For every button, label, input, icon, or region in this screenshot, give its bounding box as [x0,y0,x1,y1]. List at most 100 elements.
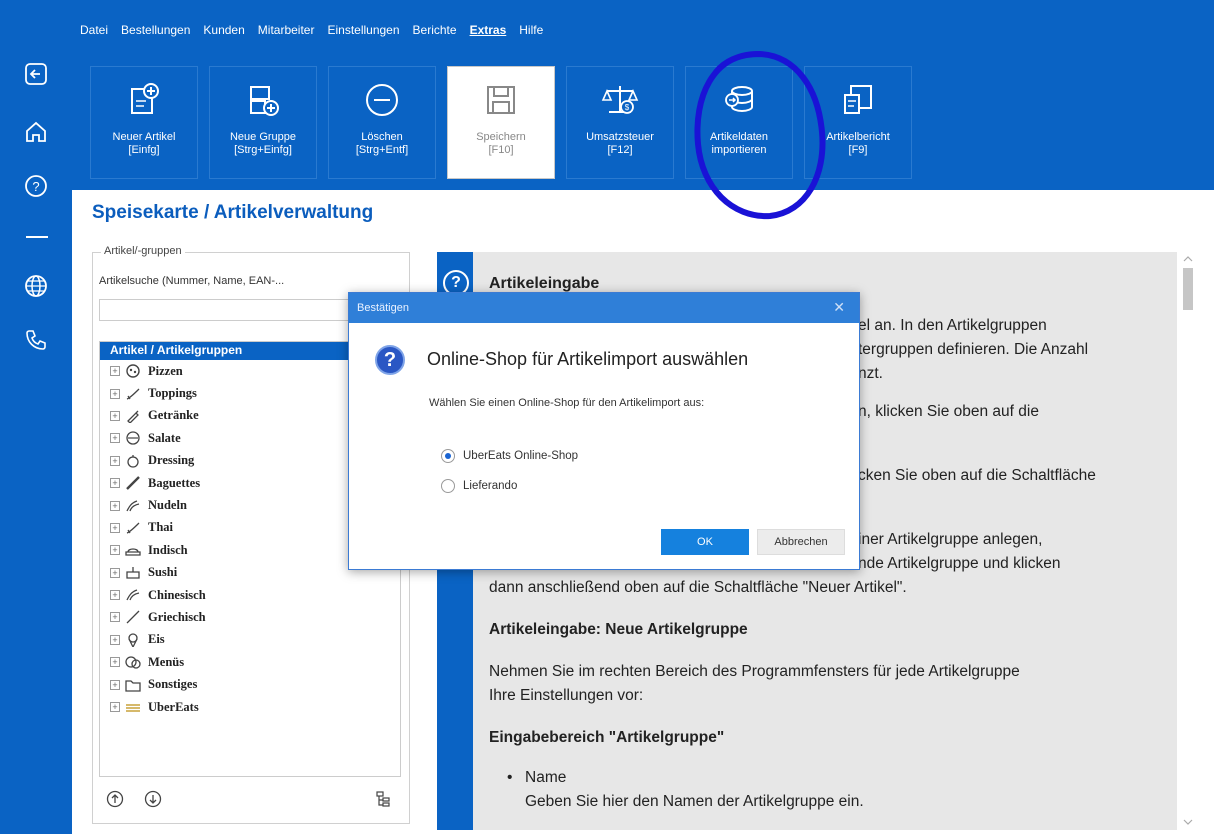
help-text: Ihre Einstellungen vor: [489,687,644,704]
article-report-button[interactable]: Artikelbericht [F9] [804,66,912,179]
radio-lieferando[interactable]: Lieferando [441,479,517,493]
save-icon [487,86,515,114]
help-text: nde Artikelgruppe und klicken [858,555,1061,572]
help-icon[interactable]: ? [18,168,54,204]
skewer-icon [126,611,140,624]
thai-icon [126,522,140,534]
tax-icon: $ [601,86,639,114]
tree-structure-icon [376,791,390,807]
menu-einstellungen[interactable]: Einstellungen [327,22,399,44]
top-bar: Datei Bestellungen Kunden Mitarbeiter Ei… [72,0,1214,190]
left-sidebar: ? [0,0,72,834]
menu-kunden[interactable]: Kunden [203,22,244,44]
indian-dish-icon [125,548,141,556]
menu-berichte[interactable]: Berichte [413,22,457,44]
new-group-label: Neue Gruppe [229,131,297,143]
folder-icon [125,680,141,692]
confirm-dialog: Bestätigen ✕ ? Online-Shop für Artikelim… [348,292,860,570]
help-text: n, klicken Sie oben auf die [858,403,1039,420]
close-icon[interactable]: ✕ [833,299,845,316]
tree-item-label: Eis [148,632,165,647]
expand-icon[interactable]: + [110,634,120,645]
expand-icon[interactable]: + [110,522,120,533]
expand-icon[interactable]: + [110,388,120,399]
panel-legend: Artikel/-gruppen [101,245,185,257]
dialog-heading: Online-Shop für Artikelimport auswählen [427,349,749,369]
phone-icon[interactable] [18,322,54,358]
move-up-button[interactable] [105,789,125,809]
tree-item-label: Indisch [148,542,188,557]
tree-item-eis[interactable]: + Eis [100,629,400,651]
minus-circle-icon [366,84,398,116]
expand-icon[interactable]: + [110,590,120,601]
scroll-thumb[interactable] [1183,268,1193,310]
back-arrow-icon[interactable] [18,56,54,92]
menu-mitarbeiter[interactable]: Mitarbeiter [258,22,315,44]
help-text: Nehmen Sie im rechten Bereich des Progra… [489,663,1020,680]
radio-button-selected[interactable] [441,449,455,463]
help-text: el an. In den Artikelgruppen [858,317,1047,334]
expand-icon[interactable]: + [110,567,120,578]
tree-item-label: UberEats [148,699,199,714]
page-title: Speisekarte / Artikelverwaltung [92,202,374,223]
expand-icon[interactable]: + [110,545,120,556]
expand-icon[interactable]: + [110,478,120,489]
expand-icon[interactable]: + [110,410,120,421]
scroll-up-icon[interactable] [1180,253,1196,265]
tree-item-chinesisch[interactable]: + Chinesisch [100,584,400,606]
globe-icon[interactable] [18,268,54,304]
delete-button[interactable]: Löschen [Strg+Entf] [328,66,436,179]
expand-icon[interactable]: + [110,366,120,377]
expand-icon[interactable]: + [110,612,120,623]
help-text: nzt. [858,365,883,382]
tree-item-label: Getränke [148,408,199,423]
expand-icon[interactable]: + [110,433,120,444]
save-button[interactable]: Speichern [F10] [447,66,555,179]
chopsticks-icon [126,589,140,601]
import-article-data-button[interactable]: Artikeldaten importieren [685,66,793,179]
tree-item-label: Griechisch [148,609,206,624]
scroll-down-icon[interactable] [1180,816,1196,828]
dressing-icon [127,454,139,468]
tax-button[interactable]: $ Umsatzsteuer [F12] [566,66,674,179]
new-article-shortcut: [Einfg] [128,144,160,156]
tree-item-label: Chinesisch [148,587,206,602]
cancel-button[interactable]: Abbrechen [757,529,845,555]
menu-bestellungen[interactable]: Bestellungen [121,22,190,44]
ok-button[interactable]: OK [661,529,749,555]
move-down-button[interactable] [143,789,163,809]
tree-item-griechisch[interactable]: + Griechisch [100,606,400,628]
menu-extras[interactable]: Extras [470,22,507,44]
help-heading: Artikeleingabe: Neue Artikelgruppe [489,621,748,638]
home-icon[interactable] [18,114,54,150]
tree-item-sonstiges[interactable]: + Sonstiges [100,673,400,695]
arrow-down-icon [144,790,162,808]
expand-icon[interactable]: + [110,702,120,713]
tree-item-menues[interactable]: + Menüs [100,651,400,673]
expand-icon[interactable]: + [110,679,120,690]
save-label: Speichern [476,131,526,143]
new-article-icon [131,83,159,114]
new-article-button[interactable]: Neuer Artikel [Einfg] [90,66,198,179]
expand-icon[interactable]: + [110,657,120,668]
expand-icon[interactable]: + [110,455,120,466]
sidebar-divider [26,236,48,238]
tree-item-label: Salate [148,430,181,445]
radio-button[interactable] [441,479,455,493]
pizza-icon [126,364,140,378]
help-text: Geben Sie hier den Namen der Artikelgrup… [525,793,864,810]
menu-datei[interactable]: Datei [80,22,108,44]
expand-icon[interactable]: + [110,500,120,511]
help-scrollbar[interactable] [1180,252,1196,830]
bottle-icon [127,410,139,423]
import-label-2: importieren [711,144,767,156]
menu-hilfe[interactable]: Hilfe [519,22,543,44]
radio-ubereats[interactable]: UberEats Online-Shop [441,449,578,463]
tree-structure-button[interactable] [373,789,393,809]
new-group-button[interactable]: Neue Gruppe [Strg+Einfg] [209,66,317,179]
search-label: Artikelsuche (Nummer, Name, EAN-... [99,275,285,287]
tax-shortcut: [F12] [607,144,633,156]
tree-item-ubereats[interactable]: + UberEats [100,696,400,718]
delete-label: Löschen [361,131,403,143]
menu-bar: Datei Bestellungen Kunden Mitarbeiter Ei… [80,22,543,44]
